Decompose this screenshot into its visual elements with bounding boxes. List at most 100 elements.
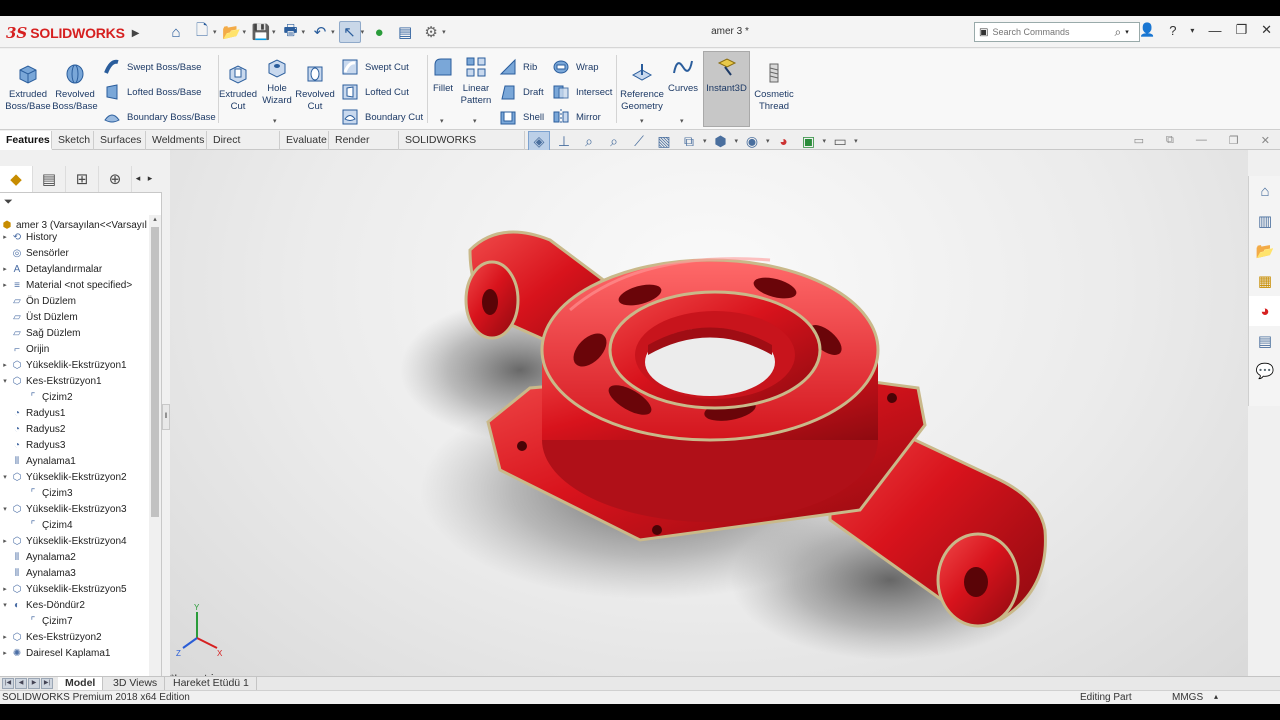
open-icon[interactable]: 📂 <box>221 21 243 43</box>
undo-icon[interactable]: ↶ <box>309 21 331 43</box>
viewport-split-icon[interactable]: ⧉ <box>1166 134 1174 147</box>
draft-button[interactable]: Draft <box>498 82 544 102</box>
menu-expand-icon[interactable]: ▶ <box>132 28 140 39</box>
viewport-tile-icon[interactable]: ▭ <box>1134 134 1144 147</box>
tab-features[interactable]: Features <box>0 131 52 150</box>
viewport-close-icon[interactable]: ✕ <box>1261 134 1270 147</box>
panel-scroll-left-icon[interactable]: ◂ <box>132 173 144 184</box>
print-icon[interactable]: 🖶 <box>280 21 302 43</box>
expand-arrow-icon[interactable]: ▸ <box>0 233 10 241</box>
tree-item[interactable]: ⌜ Çizim7 <box>0 613 150 629</box>
undo-dropdown-icon[interactable]: ▾ <box>331 28 335 36</box>
open-dropdown-icon[interactable]: ▾ <box>243 28 247 36</box>
options-gear-icon[interactable]: ⚙ <box>420 21 442 43</box>
file-properties-icon[interactable]: ▤ <box>394 21 416 43</box>
tab-motion-study[interactable]: Hareket Etüdü 1 <box>166 677 257 691</box>
viewport-minimize-icon[interactable]: — <box>1196 134 1207 147</box>
tab-direct-editing[interactable]: Direct Editing <box>207 131 280 164</box>
tree-item[interactable]: ▱ Sağ Düzlem <box>0 325 150 341</box>
view-settings-icon[interactable]: ⧉ <box>678 131 700 151</box>
first-tab-icon[interactable]: |◀ <box>2 678 14 689</box>
edit-appearance-icon[interactable]: ◕ <box>773 131 795 151</box>
solidworks-resources-icon[interactable]: ⌂ <box>1249 176 1280 206</box>
graphics-viewport[interactable]: Y X Z *Isometric <box>170 150 1248 690</box>
scrollbar-thumb[interactable] <box>151 227 159 517</box>
prev-tab-icon[interactable]: ◀ <box>15 678 27 689</box>
tree-vertical-scrollbar[interactable]: ▴ <box>149 215 161 678</box>
hole-wizard-button[interactable]: Hole Wizard <box>258 53 296 107</box>
collapse-arrow-icon[interactable]: ▾ <box>0 377 10 385</box>
scroll-up-icon[interactable]: ▴ <box>149 215 161 223</box>
lofted-cut-button[interactable]: Lofted Cut <box>340 82 409 102</box>
tree-item[interactable]: ⫴ Aynalama3 <box>0 565 150 581</box>
help-dropdown-icon[interactable]: ▾ <box>1190 26 1194 35</box>
tree-item[interactable]: ▸ ≡ Material <not specified> <box>0 277 150 293</box>
expand-arrow-icon[interactable]: ▸ <box>0 537 10 545</box>
swept-boss-button[interactable]: Swept Boss/Base <box>102 57 201 77</box>
fillet-dropdown-icon[interactable]: ▾ <box>440 117 444 125</box>
forum-icon[interactable]: 💬 <box>1249 356 1280 386</box>
tree-item[interactable]: ▸ ⬡ Kes-Ekstrüzyon2 <box>0 629 150 645</box>
search-commands-box[interactable]: ▣ ⌕ ▾ <box>974 22 1140 42</box>
zoom-to-fit-icon[interactable]: ⌕ <box>578 131 600 151</box>
view-settings-dropdown-icon[interactable]: ▾ <box>703 137 707 145</box>
appearances-icon[interactable]: ◕ <box>1249 296 1280 326</box>
curves-dropdown-icon[interactable]: ▾ <box>680 117 684 125</box>
tab-render-tools[interactable]: Render Tools <box>329 131 399 164</box>
monitor-display-icon[interactable]: ▭ <box>829 131 851 151</box>
tree-item[interactable]: ▸ ⟲ History <box>0 229 150 245</box>
pattern-dropdown-icon[interactable]: ▾ <box>473 117 477 125</box>
tree-item[interactable]: ◔ Radyus2 <box>0 421 150 437</box>
swept-cut-button[interactable]: Swept Cut <box>340 57 409 77</box>
feature-tree-tab-icon[interactable]: ◆ <box>0 165 33 192</box>
hide-show-dropdown-icon[interactable]: ▾ <box>766 137 770 145</box>
tree-item[interactable]: ◎ Sensörler <box>0 245 150 261</box>
tree-item[interactable]: ⌐ Orijin <box>0 341 150 357</box>
tree-item[interactable]: ⌜ Çizim3 <box>0 485 150 501</box>
rib-button[interactable]: Rib <box>498 57 537 77</box>
panel-scroll-right-icon[interactable]: ▸ <box>144 173 156 184</box>
design-library-icon[interactable]: ▥ <box>1249 206 1280 236</box>
tree-item[interactable]: ◔ Radyus1 <box>0 405 150 421</box>
extruded-boss-button[interactable]: Extruded Boss/Base <box>5 59 51 113</box>
scene-dropdown-icon[interactable]: ▾ <box>823 137 827 145</box>
filter-icon[interactable]: ⏷ <box>4 196 13 209</box>
next-tab-icon[interactable]: ▶ <box>28 678 40 689</box>
search-icon[interactable]: ⌕ <box>1114 25 1121 40</box>
cosmetic-thread-button[interactable]: Cosmetic Thread <box>752 59 796 113</box>
instant3d-button[interactable]: Instant3D <box>703 53 750 95</box>
solidworks-logo[interactable]: 3S SOLIDWORKS ▶ <box>6 20 146 46</box>
tree-item[interactable]: ▾ ◐ Kes-Döndür2 <box>0 597 150 613</box>
display-style-dropdown-icon[interactable]: ▾ <box>735 137 739 145</box>
collapse-arrow-icon[interactable]: ▾ <box>0 601 10 609</box>
print-dropdown-icon[interactable]: ▾ <box>302 28 306 36</box>
part-model[interactable] <box>170 150 1248 690</box>
tree-item[interactable]: ▾ ⬡ Kes-Ekstrüzyon1 <box>0 373 150 389</box>
tab-3d-views[interactable]: 3D Views <box>106 677 166 691</box>
tab-solidworks-inspection[interactable]: SOLIDWORKS Inspection <box>399 131 525 164</box>
property-manager-tab-icon[interactable]: ▤ <box>33 165 66 192</box>
tree-item[interactable]: ▸ ⬡ Yükseklik-Ekstrüzyon4 <box>0 533 150 549</box>
wrap-button[interactable]: Wrap <box>551 57 599 77</box>
expand-arrow-icon[interactable]: ▸ <box>0 633 10 641</box>
tab-evaluate[interactable]: Evaluate <box>280 131 329 150</box>
file-explorer-icon[interactable]: 📂 <box>1249 236 1280 266</box>
collapse-arrow-icon[interactable]: ▾ <box>0 505 10 513</box>
reference-geometry-dropdown-icon[interactable]: ▾ <box>640 117 644 125</box>
new-dropdown-icon[interactable]: ▾ <box>213 28 217 36</box>
curves-button[interactable]: Curves <box>666 53 700 95</box>
tree-item[interactable]: ▸ ✺ Dairesel Kaplama1 <box>0 645 150 661</box>
boundary-cut-button[interactable]: Boundary Cut <box>340 107 423 127</box>
section-view-icon[interactable]: ⟋ <box>628 131 650 151</box>
save-dropdown-icon[interactable]: ▾ <box>272 28 276 36</box>
monitor-dropdown-icon[interactable]: ▾ <box>854 137 858 145</box>
tree-item[interactable]: ◔ Radyus3 <box>0 437 150 453</box>
tab-surfaces[interactable]: Surfaces <box>94 131 146 150</box>
mirror-button[interactable]: Mirror <box>551 107 601 127</box>
dimxpert-tab-icon[interactable]: ⊕ <box>99 165 132 192</box>
linear-pattern-button[interactable]: Linear Pattern <box>458 53 494 107</box>
hide-show-items-icon[interactable]: ◉ <box>741 131 763 151</box>
intersect-button[interactable]: Intersect <box>551 82 612 102</box>
last-tab-icon[interactable]: ▶| <box>41 678 53 689</box>
display-style-icon[interactable]: ⬢ <box>710 131 732 151</box>
